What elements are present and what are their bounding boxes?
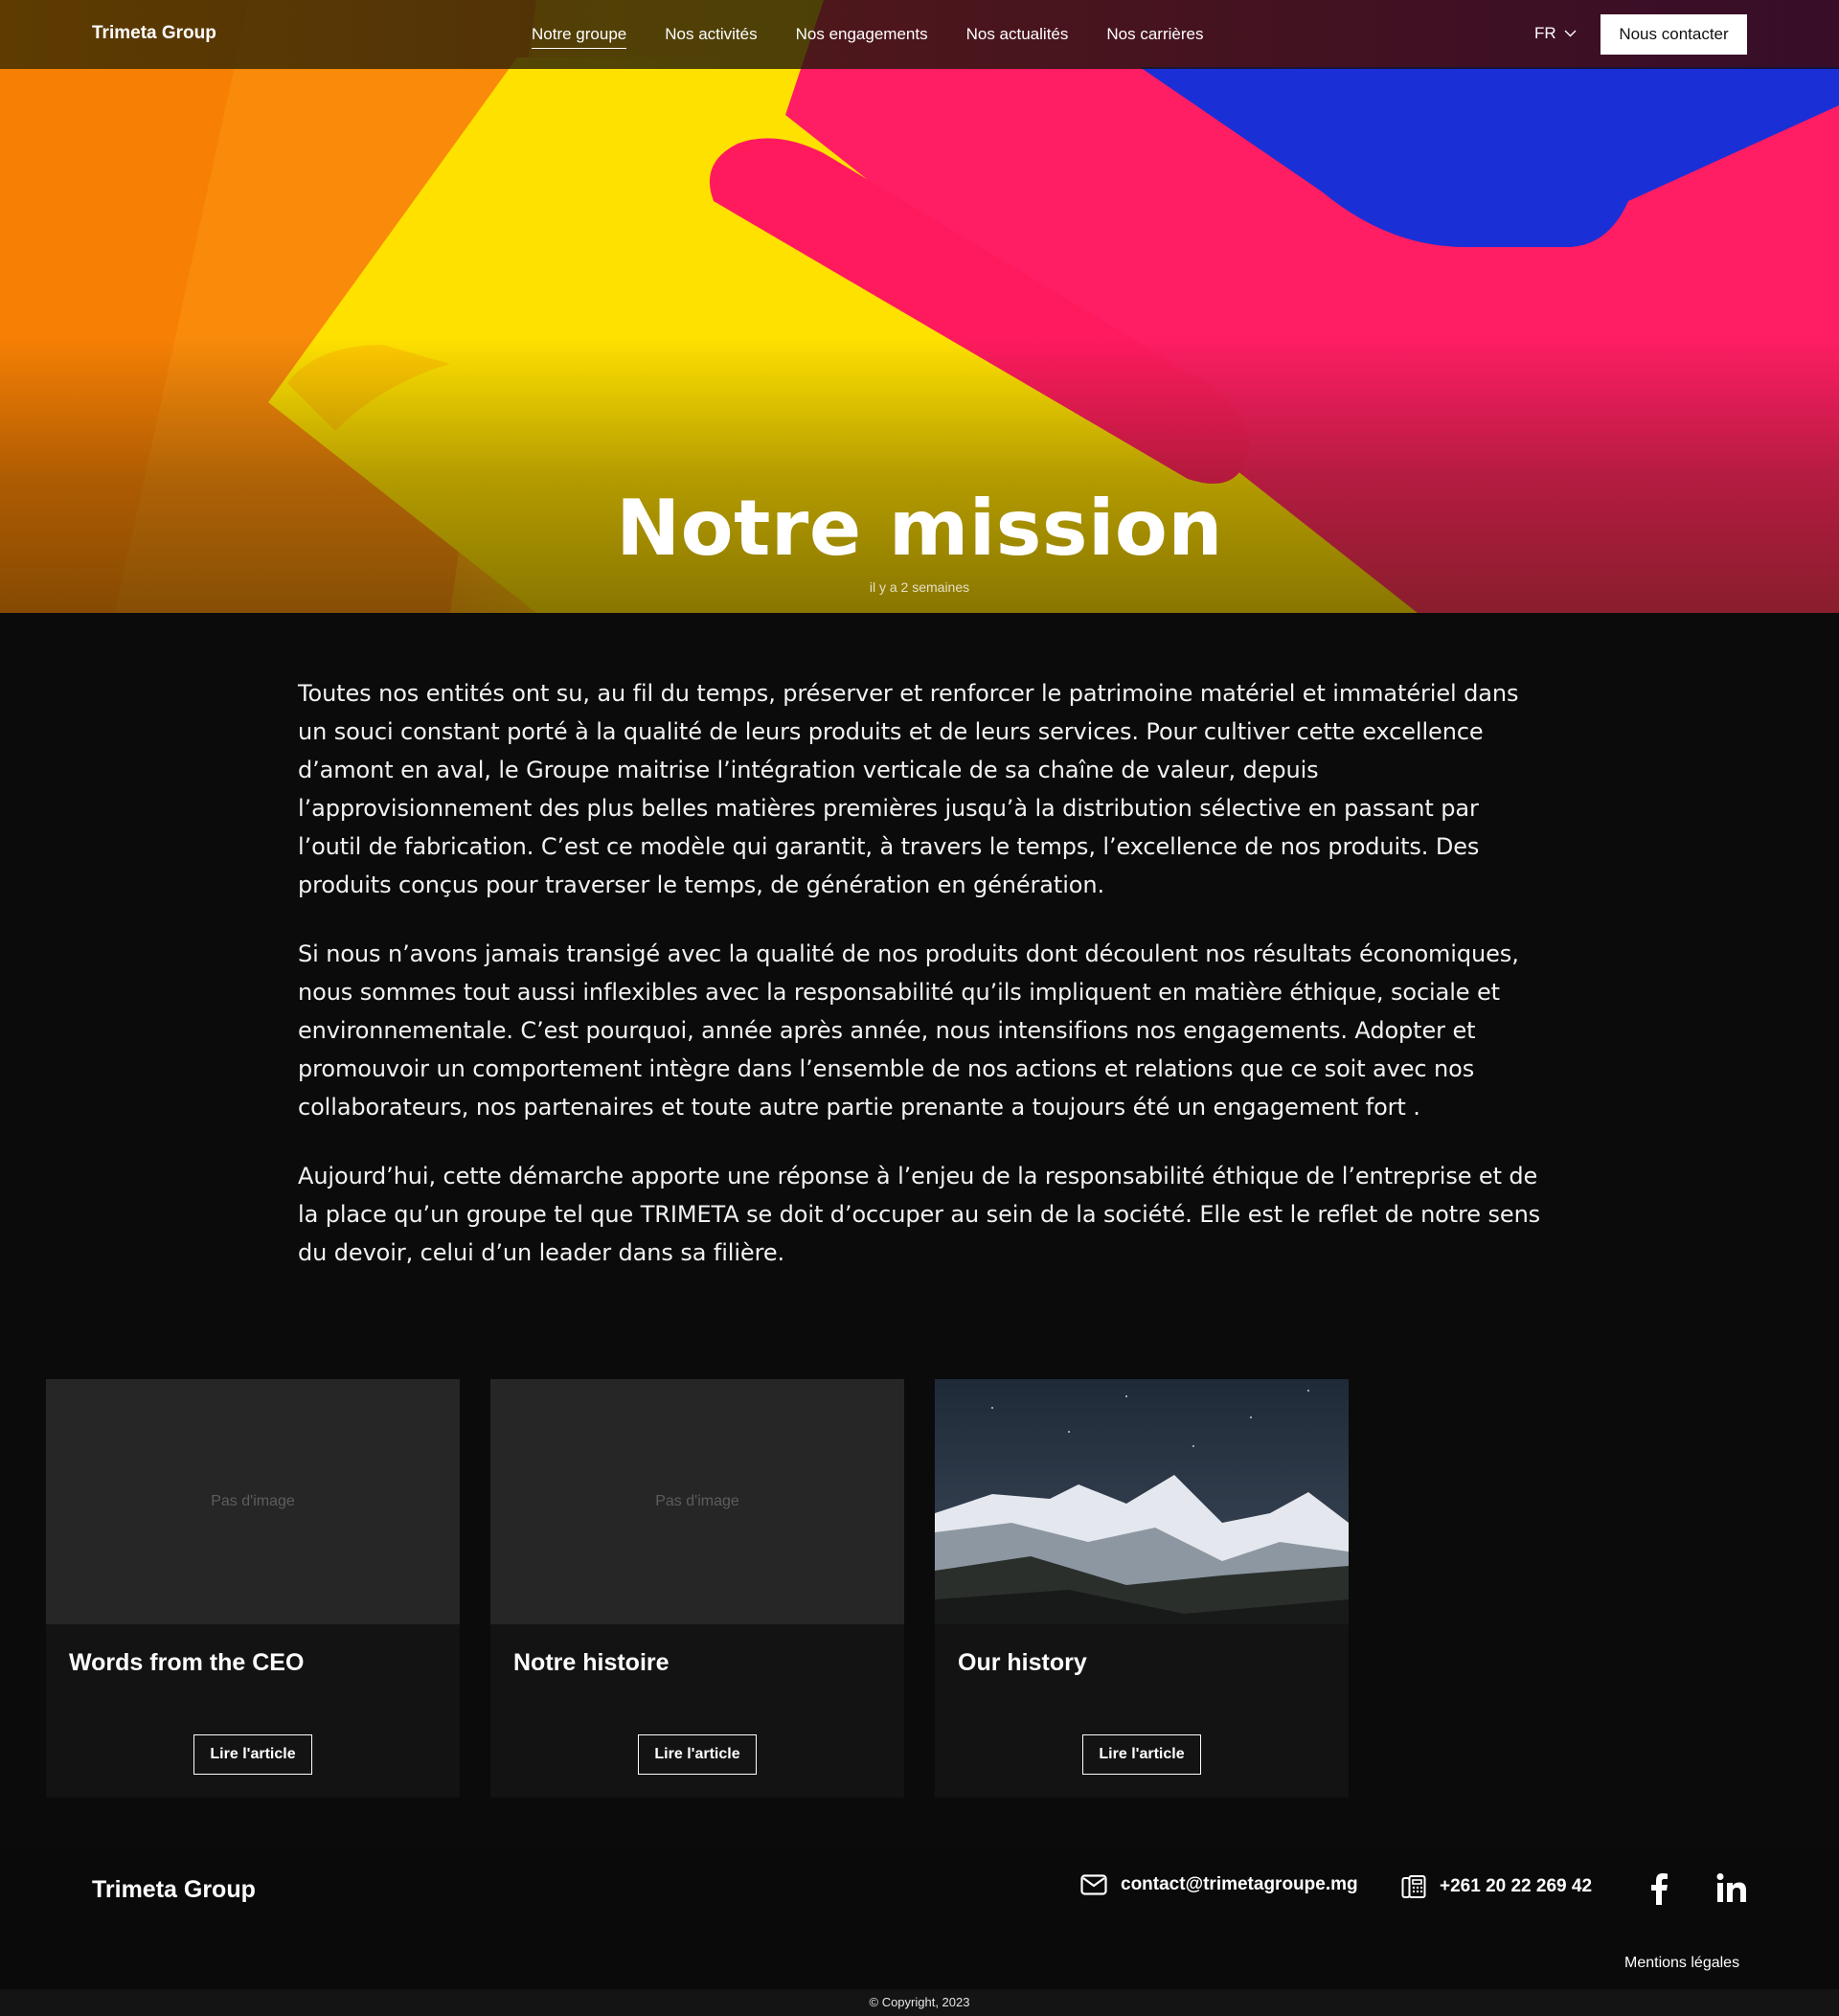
- card-title: Notre histoire: [513, 1649, 670, 1676]
- mountain-photo: [935, 1379, 1349, 1624]
- no-image-label: Pas d'image: [211, 1493, 295, 1509]
- chevron-down-icon: [1564, 30, 1577, 37]
- phone-icon: [1401, 1875, 1426, 1898]
- site-header: Trimeta Group Notre groupe Nos activités…: [0, 0, 1839, 69]
- footer-email-link[interactable]: contact@trimetagroupe.mg: [1080, 1874, 1358, 1895]
- facebook-link[interactable]: [1649, 1872, 1669, 1910]
- nav-item-notre-groupe[interactable]: Notre groupe: [532, 25, 627, 49]
- card-title: Words from the CEO: [69, 1649, 305, 1676]
- footer-logo[interactable]: Trimeta Group: [92, 1876, 256, 1904]
- read-article-button[interactable]: Lire l'article: [193, 1734, 312, 1775]
- article-card[interactable]: Our history Lire l'article: [935, 1379, 1349, 1798]
- language-selector[interactable]: FR: [1534, 24, 1577, 43]
- article-body: Toutes nos entités ont su, au fil du tem…: [298, 674, 1543, 1302]
- hero-banner: Notre mission il y a 2 semaines: [0, 0, 1839, 613]
- facebook-icon: [1651, 1873, 1668, 1905]
- card-title: Our history: [958, 1649, 1087, 1676]
- language-label: FR: [1534, 24, 1556, 42]
- site-footer: Trimeta Group contact@trimetagroupe.mg +…: [0, 1846, 1839, 1989]
- card-thumbnail-mountain-image: [935, 1379, 1349, 1624]
- card-thumbnail-placeholder: Pas d'image: [490, 1379, 904, 1624]
- page-title: Notre mission: [616, 484, 1223, 573]
- contact-button[interactable]: Nous contacter: [1601, 14, 1747, 55]
- linkedin-icon: [1716, 1873, 1746, 1902]
- related-articles: Pas d'image Words from the CEO Lire l'ar…: [46, 1379, 1349, 1798]
- article-paragraph: Aujourd’hui, cette démarche apporte une …: [298, 1163, 1541, 1266]
- main-nav: Notre groupe Nos activités Nos engagemen…: [532, 25, 1203, 49]
- site-logo[interactable]: Trimeta Group: [92, 23, 216, 44]
- nav-item-nos-activites[interactable]: Nos activités: [665, 25, 757, 49]
- footer-phone-link[interactable]: +261 20 22 269 42: [1401, 1874, 1592, 1899]
- nav-item-nos-carrieres[interactable]: Nos carrières: [1106, 25, 1203, 49]
- nav-item-nos-engagements[interactable]: Nos engagements: [796, 25, 928, 49]
- card-thumbnail-placeholder: Pas d'image: [46, 1379, 460, 1624]
- article-card[interactable]: Pas d'image Notre histoire Lire l'articl…: [490, 1379, 904, 1798]
- article-paragraph: Toutes nos entités ont su, au fil du tem…: [298, 680, 1519, 898]
- publish-date: il y a 2 semaines: [869, 579, 970, 595]
- legal-notice-link[interactable]: Mentions légales: [1624, 1955, 1739, 1972]
- mail-icon: [1080, 1874, 1107, 1895]
- copyright: © Copyright, 2023: [0, 1989, 1839, 2016]
- article-paragraph: Si nous n’avons jamais transigé avec la …: [298, 940, 1519, 1121]
- read-article-button[interactable]: Lire l'article: [1082, 1734, 1201, 1775]
- read-article-button[interactable]: Lire l'article: [638, 1734, 757, 1775]
- nav-item-nos-actualites[interactable]: Nos actualités: [966, 25, 1069, 49]
- article-card[interactable]: Pas d'image Words from the CEO Lire l'ar…: [46, 1379, 460, 1798]
- no-image-label: Pas d'image: [655, 1493, 739, 1509]
- footer-email: contact@trimetagroupe.mg: [1121, 1874, 1358, 1894]
- footer-phone: +261 20 22 269 42: [1440, 1876, 1593, 1896]
- linkedin-link[interactable]: [1716, 1872, 1747, 1908]
